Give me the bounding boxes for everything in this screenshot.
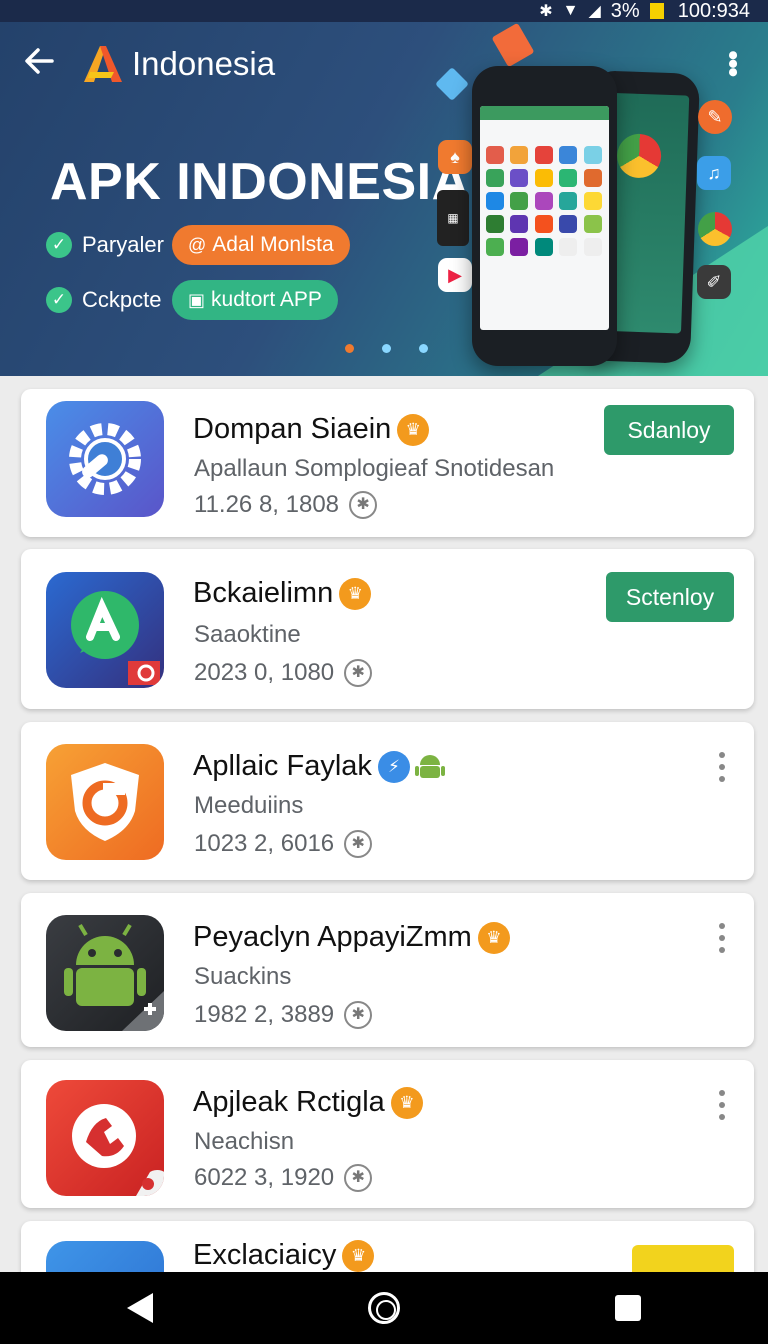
- hero-banner: Indonesia ••• APK INDONESIA ✓ Paryaler @…: [0, 22, 768, 376]
- app-badge-icon: ♠: [438, 140, 472, 174]
- download-button[interactable]: Sctenloy: [606, 572, 734, 622]
- list-item[interactable]: Exclaciaicy ♛: [21, 1221, 754, 1272]
- feature-label: Cckpcte: [82, 287, 162, 312]
- verified-badge-icon: ♛: [339, 578, 372, 611]
- security-app-icon: [46, 744, 164, 860]
- gear-icon: ✱: [344, 1001, 373, 1029]
- battery-icon: [649, 3, 664, 19]
- app-subtitle: Apallaun Somplogieaf Snotidesan: [194, 455, 555, 482]
- system-nav-bar: [0, 1272, 768, 1344]
- feature-pill-button[interactable]: @ Adal Monlsta: [172, 225, 350, 265]
- chrome-icon: [698, 212, 732, 246]
- more-options-icon[interactable]: [716, 752, 728, 782]
- feature-pill-label: Adal Monlsta: [212, 233, 334, 256]
- verified-badge-icon: ♛: [477, 922, 510, 955]
- promo-badge[interactable]: [632, 1245, 734, 1272]
- feather-icon: ✎: [698, 100, 732, 134]
- app-meta: 1023 2, 6016 ✱: [194, 830, 373, 858]
- play-store-icon: ▶: [438, 258, 472, 292]
- phone-screen-header: [480, 106, 609, 120]
- calculator-icon: ▦: [437, 190, 469, 246]
- feature-pill-button[interactable]: ▣ kudtort APP: [172, 280, 338, 320]
- app-name: Bckaielimn ♛: [193, 577, 372, 611]
- status-time: 100:934: [677, 0, 750, 22]
- verified-badge-icon: ♛: [397, 414, 430, 447]
- brush-icon: ✐: [697, 265, 731, 299]
- banner-headline: APK INDONESIA: [50, 153, 470, 211]
- feature-row-2: ✓ Cckpcte ▣ kudtort APP: [46, 280, 338, 320]
- at-icon: @: [188, 234, 207, 255]
- app-name: Apjleak Rctigla ♛: [193, 1086, 423, 1120]
- feature-label: Paryaler: [82, 232, 164, 257]
- back-arrow-icon[interactable]: [22, 44, 58, 84]
- nav-recents-icon[interactable]: [614, 1295, 641, 1321]
- android-badge-icon: [414, 751, 446, 783]
- app-meta: 11.26 8, 1808 ✱: [194, 491, 378, 519]
- package-icon: ▣: [188, 289, 206, 310]
- signal-icon: ◢: [588, 3, 601, 20]
- app-meta: 6022 3, 1920 ✱: [194, 1164, 373, 1192]
- app-meta: 1982 2, 3889 ✱: [194, 1001, 373, 1029]
- gear-icon: ✱: [344, 830, 373, 858]
- overflow-menu-icon[interactable]: •••: [716, 50, 749, 76]
- app-list: Dompan Siaein ♛ Apallaun Somplogieaf Snot…: [0, 376, 768, 1272]
- list-item[interactable]: Bckaielimn ♛ Saaoktine 2023 0, 1080 ✱ Scte…: [21, 549, 754, 709]
- phone-app-icon: [46, 1080, 164, 1196]
- messenger-badge-icon: ⚡: [377, 751, 410, 784]
- nav-home-icon[interactable]: [367, 1292, 400, 1324]
- gear-icon: ✱: [344, 659, 373, 687]
- app-logo-icon: [80, 42, 124, 86]
- download-button[interactable]: Sdanloy: [604, 405, 734, 455]
- more-options-icon[interactable]: [716, 1090, 728, 1120]
- music-icon: ♫: [697, 156, 731, 190]
- app-title: Indonesia: [132, 45, 276, 82]
- verified-badge-icon: ♛: [342, 1240, 375, 1272]
- list-item[interactable]: Apllaic Faylak ⚡ Meeduiins 1023 2, 6016 ✱: [21, 722, 754, 880]
- more-options-icon[interactable]: [716, 923, 728, 953]
- app-name: Peyaclyn AppayiZmm ♛: [193, 921, 510, 955]
- screen: ✱ ▼ ◢ 3% 100:934 Indonesia ••• APK INDON…: [0, 0, 768, 1344]
- settings-app-icon: [46, 401, 164, 517]
- wifi-icon: ▼: [562, 2, 579, 19]
- gear-icon: ✱: [344, 1164, 373, 1192]
- messenger-app-icon: [46, 572, 164, 688]
- app-name: Exclaciaicy ♛: [193, 1239, 375, 1272]
- android-app-icon: [46, 915, 164, 1031]
- phone-app-grid: [480, 106, 609, 256]
- list-item[interactable]: Dompan Siaein ♛ Apallaun Somplogieaf Snot…: [21, 389, 754, 537]
- list-item[interactable]: Apjleak Rctigla ♛ Neachisn 6022 3, 1920 ✱: [21, 1060, 754, 1208]
- list-item[interactable]: Peyaclyn AppayiZmm ♛ Suackins 1982 2, 388…: [21, 893, 754, 1047]
- feature-row-1: ✓ Paryaler @ Adal Monlsta: [46, 225, 350, 265]
- top-app-bar: Indonesia: [22, 42, 275, 86]
- app-meta: 2023 0, 1080 ✱: [194, 659, 373, 687]
- gear-icon: ✱: [349, 491, 378, 519]
- app-subtitle: Meeduiins: [194, 792, 304, 819]
- phone-screen: [480, 106, 609, 330]
- battery-level: 3%: [610, 0, 640, 22]
- carousel-dot[interactable]: [419, 344, 428, 353]
- app-subtitle: Saaoktine: [194, 621, 301, 648]
- media-app-icon: [46, 1241, 164, 1272]
- diamond-icon: [435, 67, 469, 101]
- feature-pill-label: kudtort APP: [211, 288, 322, 311]
- ticket-icon: [491, 22, 535, 68]
- carousel-dot[interactable]: [382, 344, 391, 353]
- verified-badge-icon: ♛: [390, 1087, 423, 1120]
- carousel-indicator[interactable]: [345, 344, 428, 353]
- check-icon: ✓: [46, 232, 72, 258]
- chrome-icon: [616, 133, 662, 179]
- nav-back-icon[interactable]: [127, 1293, 154, 1323]
- app-subtitle: Suackins: [194, 963, 292, 990]
- app-name: Apllaic Faylak ⚡: [193, 750, 446, 784]
- check-icon: ✓: [46, 287, 72, 313]
- status-bar: ✱ ▼ ◢ 3% 100:934: [0, 0, 768, 22]
- app-name: Dompan Siaein ♛: [193, 413, 430, 447]
- app-subtitle: Neachisn: [194, 1128, 295, 1155]
- bluetooth-icon: ✱: [539, 3, 553, 20]
- carousel-dot[interactable]: [345, 344, 354, 353]
- phone-mockup-front: [472, 66, 617, 366]
